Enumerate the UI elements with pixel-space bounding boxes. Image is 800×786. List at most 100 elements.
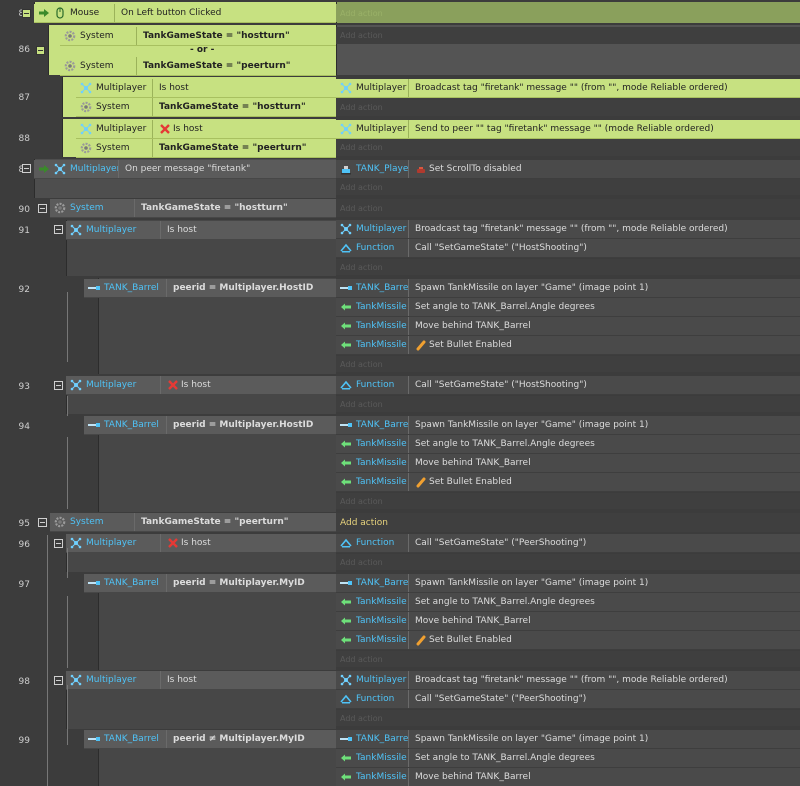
missile-icon bbox=[340, 457, 352, 469]
action-row[interactable]: Function Call "SetGameState" ("HostShooti… bbox=[336, 239, 800, 258]
function-icon bbox=[340, 693, 352, 705]
action-row[interactable]: TANK_Barrel Spawn TankMissile on layer "G… bbox=[336, 730, 800, 749]
collapse-toggle[interactable] bbox=[22, 9, 31, 18]
add-action-row[interactable]: Add action bbox=[336, 98, 800, 116]
object-name: TankMissile bbox=[356, 321, 407, 331]
condition-row[interactable]: Mouse On Left button Clicked bbox=[34, 4, 336, 23]
collapse-toggle[interactable] bbox=[54, 539, 63, 548]
condition-row[interactable]: System TankGameState = "peerturn" bbox=[76, 139, 336, 158]
add-action-row[interactable]: Add action bbox=[336, 356, 800, 372]
condition-row[interactable]: TANK_Barrel peerid ≠ Multiplayer.MyID bbox=[84, 730, 336, 749]
action-label: Move behind TANK_Barrel bbox=[415, 321, 531, 331]
add-action-row[interactable]: Add action bbox=[336, 651, 800, 667]
condition-row[interactable]: Multiplayer Is host bbox=[66, 376, 336, 395]
action-row[interactable]: TANK_Barrel Spawn TankMissile on layer "G… bbox=[336, 574, 800, 593]
condition-label: TankGameState = "hostturn" bbox=[159, 102, 306, 112]
tree-connector bbox=[67, 292, 68, 362]
action-text: Set angle to TANK_Barrel.Angle degrees bbox=[408, 298, 800, 316]
action-row[interactable]: TankMissile Move behind TANK_Barrel bbox=[336, 768, 800, 786]
action-text: Broadcast tag "firetank" message "" (fro… bbox=[408, 79, 800, 97]
condition-row[interactable]: System TankGameState = "hostturn" bbox=[76, 98, 336, 117]
add-action-row[interactable]: Add action bbox=[336, 4, 800, 22]
multiplayer-icon bbox=[340, 82, 352, 94]
action-row[interactable]: Multiplayer Broadcast tag "firetank" mess… bbox=[336, 79, 800, 98]
condition-row[interactable]: TANK_Barrel peerid = Multiplayer.HostID bbox=[84, 279, 336, 298]
add-action-row[interactable]: Add action bbox=[336, 710, 800, 726]
condition-row[interactable]: Multiplayer Is host bbox=[66, 221, 336, 240]
condition-row[interactable]: System TankGameState = "hostturn" bbox=[50, 199, 336, 218]
condition-row[interactable]: System TankGameState = "hostturn" bbox=[60, 27, 336, 46]
action-row[interactable]: TankMissile Move behind TANK_Barrel bbox=[336, 317, 800, 336]
condition-row[interactable]: System TankGameState = "peerturn" bbox=[60, 57, 336, 76]
condition-row[interactable]: System TankGameState = "peerturn" bbox=[50, 513, 336, 532]
action-row[interactable]: TankMissile Set angle to TANK_Barrel.Angl… bbox=[336, 435, 800, 454]
action-row[interactable]: Function Call "SetGameState" ("PeerShooti… bbox=[336, 534, 800, 553]
action-object: Function bbox=[336, 242, 408, 254]
add-action-row[interactable]: Add action bbox=[336, 199, 800, 217]
action-row[interactable]: TANK_Barrel Spawn TankMissile on layer "G… bbox=[336, 416, 800, 435]
object-name: Multiplayer bbox=[356, 675, 407, 685]
condition-row[interactable]: Multiplayer Is host bbox=[66, 671, 336, 690]
action-row[interactable]: TANK_Player Set ScrollTo disabled bbox=[336, 160, 800, 179]
collapse-toggle[interactable] bbox=[54, 381, 63, 390]
condition-object: System bbox=[76, 101, 152, 113]
action-row[interactable]: Function Call "SetGameState" ("PeerShooti… bbox=[336, 690, 800, 709]
action-row[interactable]: TankMissile Move behind TANK_Barrel bbox=[336, 454, 800, 473]
condition-label: TankGameState = "peerturn" bbox=[141, 517, 289, 527]
line-number: 92 bbox=[18, 285, 30, 295]
action-label: Spawn TankMissile on layer "Game" (image… bbox=[415, 734, 649, 744]
add-action-row[interactable]: Add action bbox=[336, 27, 800, 44]
action-label: Move behind TANK_Barrel bbox=[415, 458, 531, 468]
gear-icon bbox=[80, 101, 92, 113]
collapse-toggle[interactable] bbox=[22, 164, 31, 173]
condition-row[interactable]: TANK_Barrel peerid = Multiplayer.HostID bbox=[84, 416, 336, 435]
action-row[interactable]: TankMissile Set Bullet Enabled bbox=[336, 336, 800, 355]
add-action-row[interactable]: Add action bbox=[336, 513, 800, 532]
collapse-toggle[interactable] bbox=[36, 46, 45, 55]
condition-row[interactable]: Multiplayer On peer message "firetank" bbox=[34, 160, 336, 179]
action-row[interactable]: TankMissile Set angle to TANK_Barrel.Angl… bbox=[336, 749, 800, 768]
action-row[interactable]: TankMissile Set Bullet Enabled bbox=[336, 631, 800, 650]
collapse-toggle[interactable] bbox=[54, 225, 63, 234]
add-action-row[interactable]: Add action bbox=[336, 493, 800, 509]
add-action-hint: Add action bbox=[340, 203, 383, 213]
tree-connector bbox=[67, 437, 68, 509]
action-object: TANK_Barrel bbox=[336, 577, 408, 589]
action-row[interactable]: TankMissile Move behind TANK_Barrel bbox=[336, 612, 800, 631]
add-action-row[interactable]: Add action bbox=[336, 139, 800, 156]
add-action-link[interactable]: Add action bbox=[336, 518, 388, 528]
action-row[interactable]: TankMissile Set angle to TANK_Barrel.Angl… bbox=[336, 593, 800, 612]
condition-text: peerid ≠ Multiplayer.MyID bbox=[166, 730, 336, 748]
condition-text: TankGameState = "hostturn" bbox=[134, 199, 336, 217]
action-row[interactable]: Multiplayer Broadcast tag "firetank" mess… bbox=[336, 671, 800, 690]
action-row[interactable]: Multiplayer Broadcast tag "firetank" mess… bbox=[336, 220, 800, 239]
condition-row[interactable]: Multiplayer Is host bbox=[76, 120, 336, 139]
collapse-toggle[interactable] bbox=[38, 204, 47, 213]
condition-object: System bbox=[76, 142, 152, 154]
action-object: TankMissile bbox=[336, 634, 408, 646]
action-row[interactable]: Multiplayer Send to peer "" tag "firetank… bbox=[336, 120, 800, 139]
add-action-row[interactable]: Add action bbox=[336, 259, 800, 275]
condition-row[interactable]: Multiplayer Is host bbox=[76, 79, 336, 98]
condition-row[interactable]: Multiplayer Is host bbox=[66, 534, 336, 553]
barrel-icon bbox=[88, 282, 100, 294]
add-action-row[interactable]: Add action bbox=[336, 396, 800, 412]
condition-label: Is host bbox=[173, 124, 203, 134]
condition-object: Multiplayer bbox=[76, 123, 152, 135]
collapse-toggle[interactable] bbox=[54, 676, 63, 685]
action-row[interactable]: TankMissile Set Bullet Enabled bbox=[336, 473, 800, 492]
object-name: System bbox=[70, 517, 104, 527]
add-action-row[interactable]: Add action bbox=[336, 554, 800, 570]
add-action-row[interactable]: Add action bbox=[336, 179, 800, 195]
line-number: 93 bbox=[18, 382, 30, 392]
action-row[interactable]: Function Call "SetGameState" ("HostShooti… bbox=[336, 376, 800, 395]
multiplayer-icon bbox=[54, 163, 66, 175]
object-name: Multiplayer bbox=[70, 164, 118, 174]
condition-row[interactable]: TANK_Barrel peerid = Multiplayer.MyID bbox=[84, 574, 336, 593]
collapse-toggle[interactable] bbox=[38, 518, 47, 527]
action-row[interactable]: TankMissile Set angle to TANK_Barrel.Angl… bbox=[336, 298, 800, 317]
line-number: 96 bbox=[18, 540, 30, 550]
action-row[interactable]: TANK_Barrel Spawn TankMissile on layer "G… bbox=[336, 279, 800, 298]
condition-text: peerid = Multiplayer.MyID bbox=[166, 574, 336, 592]
action-label: Broadcast tag "firetank" message "" (fro… bbox=[415, 675, 728, 685]
